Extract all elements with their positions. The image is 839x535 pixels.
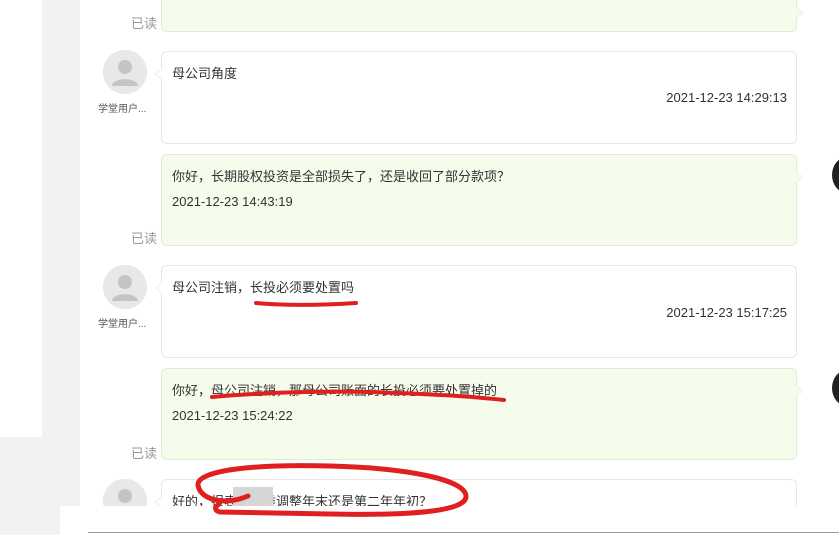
message-text: 母公司注销，长投必须要处置吗 <box>172 280 355 295</box>
message-time: 2021-12-23 15:24:22 <box>172 408 293 423</box>
left-panel <box>0 0 42 437</box>
received-message-bubble: 母公司角度 2021-12-23 14:29:13 <box>155 51 797 144</box>
bubble-arrow <box>155 282 163 294</box>
message-text: 母公司角度 <box>172 66 238 81</box>
user-avatar-icon[interactable] <box>103 265 147 309</box>
user-avatar-icon[interactable] <box>103 50 147 94</box>
bubble-arrow <box>795 385 803 397</box>
user-name[interactable]: 学堂用户... <box>98 100 146 115</box>
bubble-arrow <box>795 171 803 183</box>
sent-message-bubble <box>161 0 803 32</box>
sent-message-bubble: 你好，长期股权投资是全部损失了，还是收回了部分款项？ 2021-12-23 14… <box>161 154 803 246</box>
read-status: 已读 <box>131 231 158 246</box>
input-area[interactable] <box>60 506 839 535</box>
message-time: 2021-12-23 14:43:19 <box>172 194 293 209</box>
message-time: 2021-12-23 15:17:25 <box>666 305 787 320</box>
received-message-bubble: 母公司注销，长投必须要处置吗 2021-12-23 15:17:25 <box>155 265 797 358</box>
text-selection-highlight <box>233 487 273 506</box>
read-status: 已读 <box>131 446 158 461</box>
message-text: 你好，母公司注销，那母公司账面的长投必须要处置掉的 <box>172 383 498 398</box>
read-status: 已读 <box>131 16 158 31</box>
message-text: 你好，长期股权投资是全部损失了，还是收回了部分款项？ <box>172 169 511 184</box>
message-time: 2021-12-23 14:29:13 <box>666 90 787 105</box>
sent-message-bubble: 你好，母公司注销，那母公司账面的长投必须要处置掉的 2021-12-23 15:… <box>161 368 803 460</box>
bubble-arrow <box>795 7 803 19</box>
user-name[interactable]: 学堂用户... <box>98 315 146 330</box>
bubble-arrow <box>155 68 163 80</box>
input-border <box>88 532 839 533</box>
